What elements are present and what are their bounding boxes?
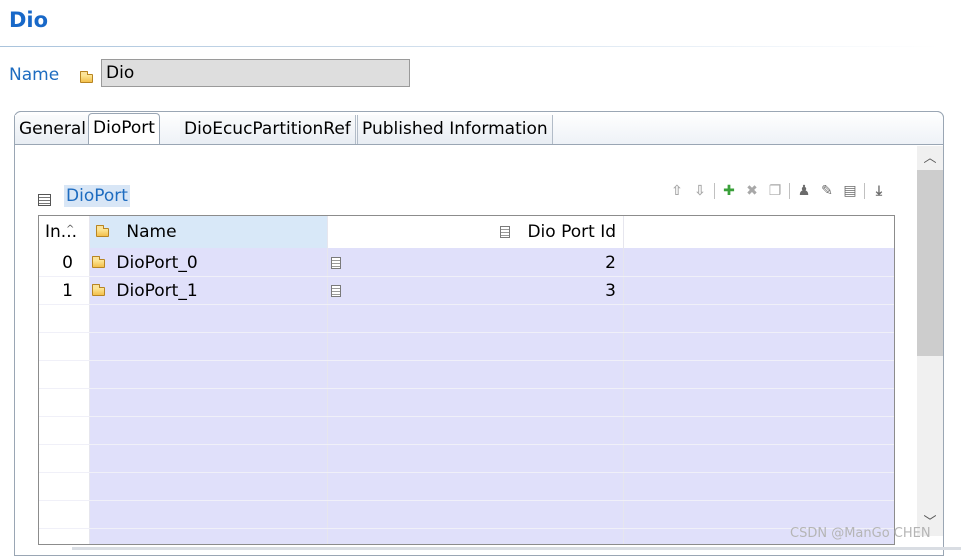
grid-line [39, 332, 894, 360]
column-header-index[interactable]: ^ In... [45, 216, 89, 248]
toolbar-separator [714, 183, 715, 199]
sort-ascending-icon: ^ [66, 224, 75, 235]
column-header-label: Name [126, 222, 177, 242]
table-row[interactable]: DioPort_0 [90, 249, 327, 277]
folder-icon [96, 225, 109, 237]
name-label: Name [9, 65, 60, 85]
column-header-name[interactable]: Name [90, 216, 327, 248]
toolbar-separator [789, 183, 790, 199]
folder-icon [80, 71, 93, 83]
section-title: DioPort [64, 185, 130, 207]
chevron-up-icon[interactable]: ︿ [917, 148, 943, 170]
move-down-icon[interactable]: ⇩ [691, 182, 709, 200]
column-header-label: Dio Port Id [527, 222, 616, 242]
table-row[interactable]: DioPort_1 [90, 277, 327, 305]
title-divider [0, 46, 940, 47]
user-icon[interactable]: ♟ [795, 182, 813, 200]
row-port-id[interactable]: 2 [339, 249, 616, 277]
properties-icon[interactable]: ▤ [841, 182, 859, 200]
scrollbar-thumb[interactable] [917, 170, 943, 356]
column-header-port-id[interactable]: Dio Port Id [328, 216, 618, 248]
table-icon [38, 194, 51, 206]
edit-icon[interactable]: ✎ [818, 182, 836, 200]
row-index: 1 [62, 281, 73, 301]
grid-line [39, 360, 894, 388]
tab-published-information[interactable]: Published Information [357, 115, 553, 144]
number-field-icon [500, 226, 511, 238]
add-icon[interactable]: ✚ [720, 182, 738, 200]
row-name: DioPort_0 [116, 253, 198, 273]
copy-icon[interactable]: ❐ [766, 182, 784, 200]
toolbar-separator [864, 183, 865, 199]
editor-title: Dio [9, 8, 49, 32]
folder-icon [92, 284, 105, 296]
dioport-table: ^ In... Name Dio Port Id 0 DioPort_0 2 1… [38, 215, 895, 545]
row-index: 0 [62, 253, 73, 273]
grid-line [39, 416, 894, 444]
grid-line [39, 388, 894, 416]
tab-general[interactable]: General [15, 115, 91, 144]
folder-icon [92, 256, 105, 268]
name-field[interactable]: Dio [101, 59, 410, 87]
row-port-id[interactable]: 3 [339, 277, 616, 305]
grid-line [39, 444, 894, 472]
delete-icon[interactable]: ✖ [743, 182, 761, 200]
grid-line [39, 528, 894, 544]
import-icon[interactable]: ⤓ [870, 182, 888, 200]
tab-dioport[interactable]: DioPort [88, 113, 160, 144]
grid-line [39, 304, 894, 332]
table-toolbar: ⇧ ⇩ ✚ ✖ ❐ ♟ ✎ ▤ ⤓ [668, 181, 893, 201]
row-name: DioPort_1 [116, 281, 198, 301]
move-up-icon[interactable]: ⇧ [668, 182, 686, 200]
grid-line [39, 472, 894, 500]
grid-line [39, 500, 894, 528]
watermark: CSDN @ManGo CHEN [790, 526, 931, 541]
tab-dioecucpartitionref[interactable]: DioEcucPartitionRef [180, 115, 356, 144]
